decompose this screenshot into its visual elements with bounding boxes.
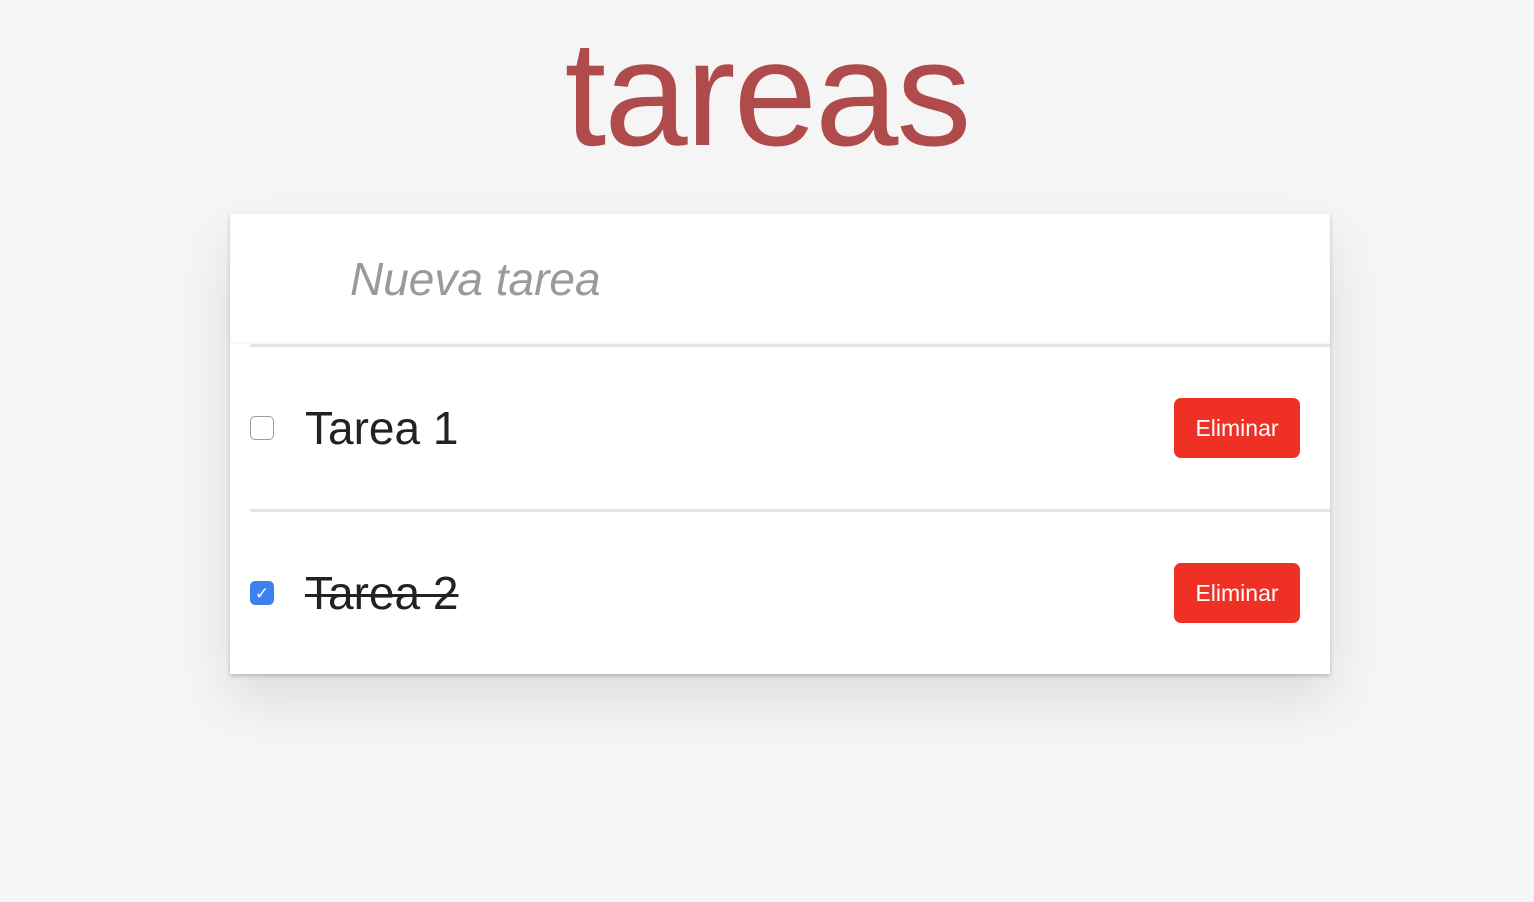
app-title: tareas [564, 9, 972, 177]
todo-checkbox[interactable] [250, 416, 274, 440]
todo-label: Tarea 1 [305, 402, 459, 454]
delete-button[interactable]: Eliminar [1174, 563, 1300, 623]
new-todo-input[interactable] [348, 251, 1252, 307]
todo-label: Tarea 2 [305, 567, 459, 619]
checkmark-icon: ✓ [254, 583, 270, 603]
todo-list: Tarea 1 Eliminar ✓ Tarea 2 Eliminar [230, 344, 1330, 674]
todo-checkbox[interactable]: ✓ [250, 581, 274, 605]
delete-button[interactable]: Eliminar [1174, 398, 1300, 458]
todo-app: Tarea 1 Eliminar ✓ Tarea 2 Eliminar [230, 214, 1330, 674]
new-todo-row [230, 214, 1330, 344]
todo-item: Tarea 1 Eliminar [250, 344, 1330, 509]
todo-item: ✓ Tarea 2 Eliminar [250, 509, 1330, 674]
